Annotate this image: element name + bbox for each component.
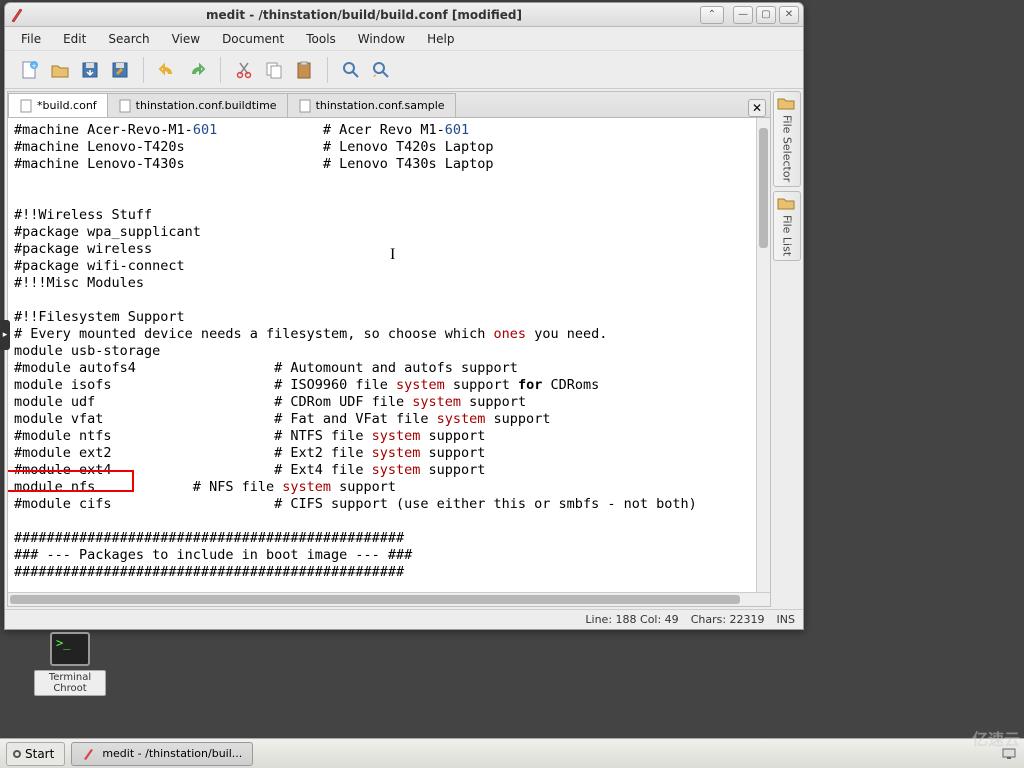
desktop-icon-label: Terminal Chroot xyxy=(34,670,106,696)
menubar: File Edit Search View Document Tools Win… xyxy=(5,27,803,51)
file-list-panel[interactable]: File List xyxy=(773,191,801,261)
file-icon xyxy=(298,99,312,113)
tab-buildtime[interactable]: thinstation.conf.buildtime xyxy=(107,93,288,117)
menu-tools[interactable]: Tools xyxy=(296,29,346,49)
taskbar-item-medit[interactable]: medit - /thinstation/buil... xyxy=(71,742,253,766)
toolbar: + xyxy=(5,51,803,89)
find-icon[interactable] xyxy=(336,55,366,85)
menu-file[interactable]: File xyxy=(11,29,51,49)
start-label: Start xyxy=(25,747,54,761)
menu-edit[interactable]: Edit xyxy=(53,29,96,49)
start-icon xyxy=(13,750,21,758)
close-button[interactable]: ✕ xyxy=(779,6,799,24)
scrollbar-thumb[interactable] xyxy=(10,595,740,604)
undo-icon[interactable] xyxy=(152,55,182,85)
desktop-icon-terminal[interactable]: Terminal Chroot xyxy=(34,632,106,696)
tab-label: *build.conf xyxy=(37,99,97,112)
minimize-button[interactable]: — xyxy=(733,6,753,24)
app-icon xyxy=(82,747,96,761)
file-selector-panel[interactable]: File Selector xyxy=(773,91,801,187)
vertical-scrollbar[interactable] xyxy=(756,118,770,592)
editor-window: medit - /thinstation/build/build.conf [m… xyxy=(4,2,804,630)
window-title: medit - /thinstation/build/build.conf [m… xyxy=(31,8,697,22)
tab-label: thinstation.conf.buildtime xyxy=(136,99,277,112)
panel-label: File Selector xyxy=(781,115,794,182)
menu-help[interactable]: Help xyxy=(417,29,464,49)
menu-document[interactable]: Document xyxy=(212,29,294,49)
statusbar: Line: 188 Col: 49 Chars: 22319 INS xyxy=(5,609,803,629)
save-as-icon[interactable] xyxy=(105,55,135,85)
watermark: 亿速云 xyxy=(972,726,1020,750)
file-icon xyxy=(19,99,33,113)
start-button[interactable]: Start xyxy=(6,742,65,766)
svg-text:+: + xyxy=(31,62,37,70)
insert-mode: INS xyxy=(777,613,795,626)
char-count: Chars: 22319 xyxy=(691,613,765,626)
tab-sample[interactable]: thinstation.conf.sample xyxy=(287,93,456,117)
tab-build-conf[interactable]: *build.conf xyxy=(8,93,108,117)
tab-bar: *build.conf thinstation.conf.buildtime t… xyxy=(8,92,770,118)
new-file-icon[interactable]: + xyxy=(15,55,45,85)
panel-reveal-handle[interactable]: ▸ xyxy=(0,320,10,350)
find-replace-icon[interactable] xyxy=(366,55,396,85)
folder-icon xyxy=(777,196,797,212)
paste-icon[interactable] xyxy=(289,55,319,85)
redo-icon[interactable] xyxy=(182,55,212,85)
window-menu-button[interactable]: ⌃ xyxy=(700,6,724,24)
toolbar-separator xyxy=(143,57,144,83)
highlight-box xyxy=(8,470,134,492)
text-cursor-icon: I xyxy=(390,246,395,263)
scrollbar-thumb[interactable] xyxy=(759,128,768,248)
desktop: ▸ medit - /thinstation/build/build.conf … xyxy=(0,0,1024,768)
file-icon xyxy=(118,99,132,113)
copy-icon[interactable] xyxy=(259,55,289,85)
toolbar-separator xyxy=(220,57,221,83)
open-file-icon[interactable] xyxy=(45,55,75,85)
menu-search[interactable]: Search xyxy=(98,29,159,49)
cut-icon[interactable] xyxy=(229,55,259,85)
menu-window[interactable]: Window xyxy=(348,29,415,49)
cursor-position: Line: 188 Col: 49 xyxy=(585,613,678,626)
app-icon xyxy=(9,7,25,23)
taskbar: Start medit - /thinstation/buil... xyxy=(0,738,1024,768)
tab-label: thinstation.conf.sample xyxy=(316,99,445,112)
folder-icon xyxy=(777,96,797,112)
toolbar-separator xyxy=(327,57,328,83)
horizontal-scrollbar[interactable] xyxy=(8,592,770,606)
terminal-icon xyxy=(50,632,90,666)
maximize-button[interactable]: ▢ xyxy=(756,6,776,24)
editor-panel: *build.conf thinstation.conf.buildtime t… xyxy=(7,91,771,607)
titlebar[interactable]: medit - /thinstation/build/build.conf [m… xyxy=(5,3,803,27)
save-icon[interactable] xyxy=(75,55,105,85)
taskbar-item-label: medit - /thinstation/buil... xyxy=(102,747,242,760)
menu-view[interactable]: View xyxy=(162,29,210,49)
tab-close-button[interactable]: ✕ xyxy=(748,99,766,117)
panel-label: File List xyxy=(781,215,794,256)
code-editor[interactable]: #machine Acer-Revo-M1-601 # Acer Revo M1… xyxy=(8,118,756,592)
